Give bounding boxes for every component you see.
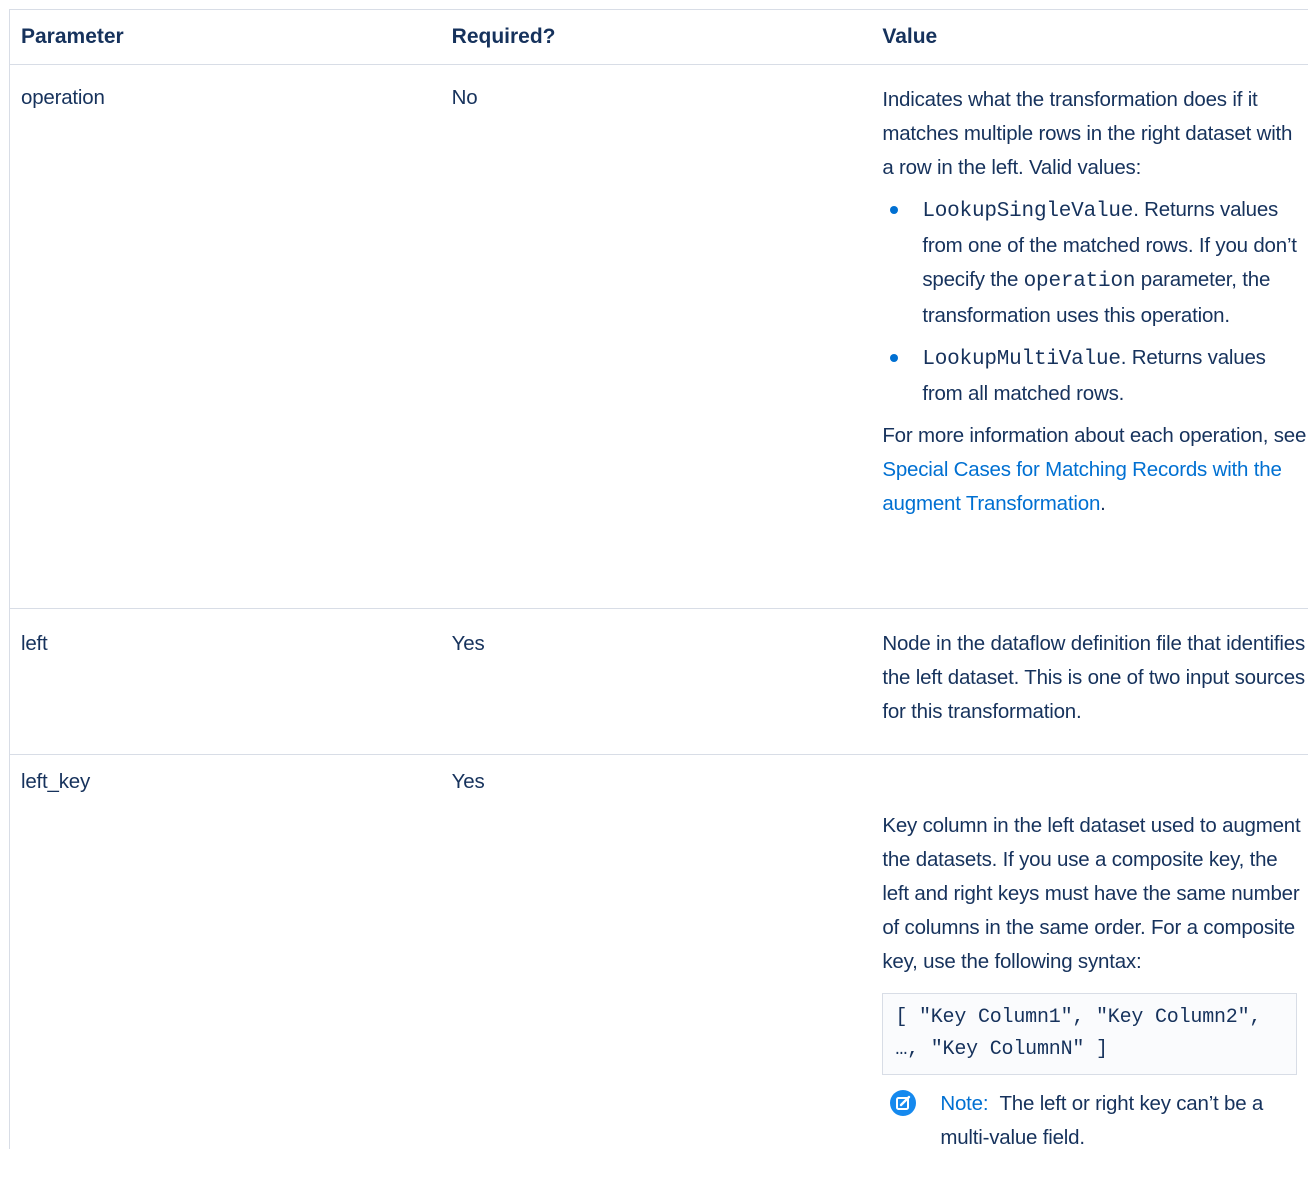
param-value: Node in the dataflow definition file tha… (882, 632, 1305, 723)
param-value: Key column in the left dataset used to a… (871, 755, 1308, 1195)
param-value: Indicates what the transformation does i… (871, 65, 1308, 608)
value-intro: Indicates what the transformation does i… (882, 88, 1293, 179)
param-name: operation (21, 86, 105, 109)
table-row: operation No Indicates what the transfor… (10, 65, 1308, 609)
header-value: Value (882, 25, 938, 48)
code-literal: LookupSingleValue (922, 200, 1134, 223)
list-item: LookupSingleValue. Returns values from o… (882, 193, 1308, 333)
note-text: The left or right key can’t be a multi-v… (940, 1092, 1264, 1149)
header-parameter: Parameter (21, 25, 124, 48)
header-required: Required? (451, 25, 556, 48)
note-label: Note: (940, 1092, 989, 1115)
table-header-row: Parameter Required? Value (10, 10, 1308, 65)
bullet-dot-icon (890, 354, 899, 362)
valid-values-list: LookupSingleValue. Returns values from o… (882, 193, 1308, 411)
param-name: left (21, 632, 48, 655)
more-info-suffix: . (1100, 492, 1106, 515)
param-required: Yes (451, 770, 485, 793)
special-cases-link[interactable]: Special Cases for Matching Records with … (882, 458, 1282, 515)
code-literal: LookupMultiValue (922, 348, 1121, 371)
list-item: LookupMultiValue. Returns values from al… (882, 341, 1308, 411)
table-row: left_key Yes Key column in the left data… (10, 755, 1308, 1195)
note-callout: Note: The left or right key can’t be a m… (882, 1087, 1308, 1155)
param-required: No (451, 86, 478, 109)
param-name: left_key (21, 770, 91, 793)
more-info: For more information about each operatio… (882, 419, 1308, 521)
parameters-table: Parameter Required? Value operation No I… (9, 9, 1308, 1149)
more-info-prefix: For more information about each operatio… (882, 424, 1307, 447)
bullet-dot-icon (890, 206, 899, 214)
syntax-code-block: [ "Key Column1", "Key Column2", …, "Key … (882, 993, 1298, 1075)
param-required: Yes (451, 632, 485, 655)
table-row: left Yes Node in the dataflow definition… (10, 609, 1308, 755)
code-literal: operation (1023, 270, 1136, 293)
value-intro: Key column in the left dataset used to a… (882, 814, 1301, 973)
edit-note-icon (890, 1090, 917, 1116)
